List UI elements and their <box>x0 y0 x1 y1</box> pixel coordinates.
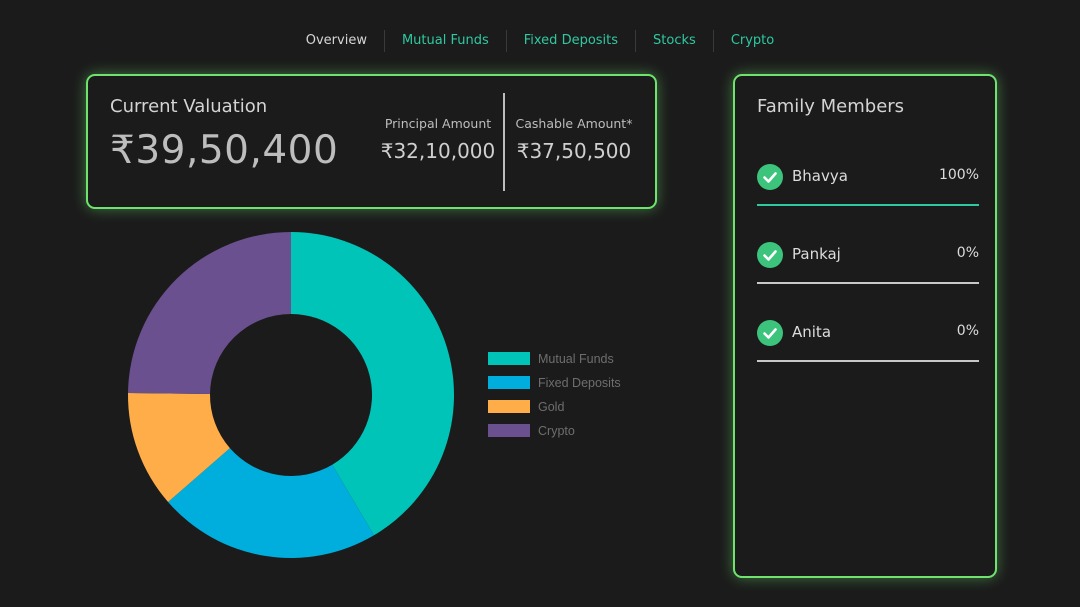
legend-label[interactable]: Mutual Funds <box>538 352 614 366</box>
slice-crypto[interactable] <box>128 232 291 394</box>
legend-label[interactable]: Gold <box>538 400 564 414</box>
allocation-donut-chart: Mutual Funds Fixed Deposits Gold Crypto <box>127 232 621 558</box>
legend-swatch[interactable] <box>488 376 530 389</box>
legend-label[interactable]: Crypto <box>538 424 575 438</box>
legend-label[interactable]: Fixed Deposits <box>538 376 621 390</box>
legend-swatch[interactable] <box>488 400 530 413</box>
legend-swatch[interactable] <box>488 352 530 365</box>
legend-swatch[interactable] <box>488 424 530 437</box>
